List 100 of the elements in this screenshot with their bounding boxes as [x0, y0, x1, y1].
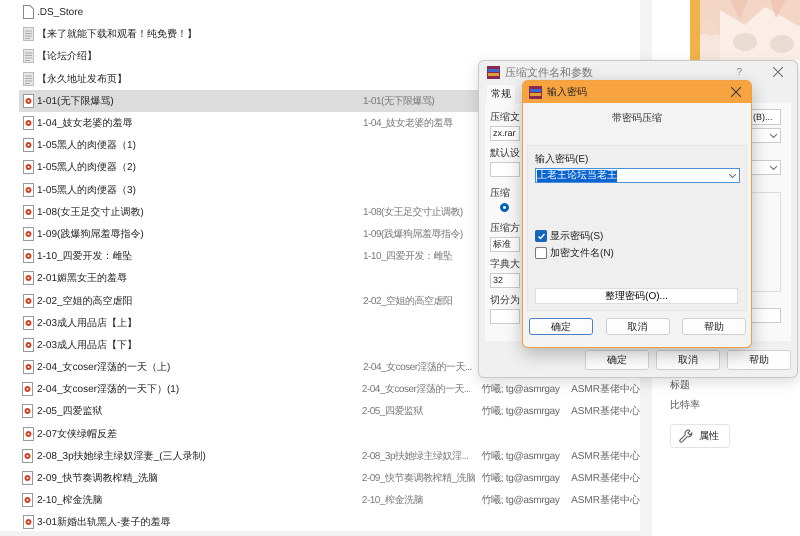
audio-file-icon: [22, 94, 34, 108]
file-name: 2-04_女coser淫荡的一天下）(1): [36, 382, 180, 396]
file-row[interactable]: 【来了就能下载和观看！纯免费！】: [19, 23, 640, 46]
file-row[interactable]: 2-10_榨金洗脑 2-10_榨金洗脑 竹曦; tg@asmrgay ASMR基佬中心: [19, 489, 640, 512]
input-field[interactable]: [751, 308, 781, 323]
file-icon: [22, 5, 34, 20]
field-label: 默认设: [490, 147, 520, 161]
archive-icon: [487, 66, 500, 78]
audio-file-icon: [22, 249, 34, 264]
file-name: 1-05黑人的肉便器（3): [37, 184, 137, 197]
file-row[interactable]: 2-08_3p扶她绿主绿奴淫妻_(三人录制) 2-08_3p扶她绿主绿奴淫... 竹曦; tg@asmrgay ASMR基佬中心: [19, 444, 640, 467]
property-label: 标题: [670, 378, 690, 392]
table-cell: 竹曦; tg@asmrgay: [481, 384, 560, 396]
close-icon[interactable]: [773, 67, 783, 77]
file-row[interactable]: 2-05_四爱监狱 2-05_四爱监狱 竹曦; tg@asmrgay ASMR基佬中心: [19, 400, 640, 423]
checkbox[interactable]: [535, 247, 547, 259]
file-row[interactable]: 【论坛介绍】: [19, 45, 640, 68]
document-icon: [22, 72, 34, 86]
file-name: 1-01(无下限爆骂): [37, 94, 115, 108]
file-row[interactable]: 2-09_快节奏调教榨精_洗脑 2-09_快节奏调教榨精_洗脑 竹曦; tg@asmrgay ASMR基佬中心: [19, 466, 640, 490]
field-label: 压缩方: [490, 222, 520, 236]
audio-file-icon: [22, 182, 34, 197]
dialog-button[interactable]: 确定: [585, 350, 649, 370]
audio-file-icon: [22, 426, 34, 441]
file-name: 1-09(践爆狗屌羞辱指令): [37, 228, 145, 241]
chevron-icon: [770, 166, 777, 170]
input-field[interactable]: [490, 162, 520, 177]
file-name: 【来了就能下载和观看！纯免费！】: [37, 28, 198, 42]
chevron-icon: [770, 134, 777, 138]
file-name: 【论坛介绍】: [37, 50, 98, 64]
field-label: 输入密码(E): [535, 152, 588, 166]
file-row[interactable]: 3-01新婚出轨黑人-妻子的羞辱: [19, 511, 640, 534]
radio-button[interactable]: [500, 203, 509, 212]
file-name: 2-04_女coser淫荡的一天（上): [37, 360, 172, 374]
table-cell: 2-02_空姐的高空虐阳: [363, 296, 453, 307]
file-name: .DS_Store: [37, 6, 84, 18]
audio-file-icon: [22, 226, 34, 241]
table-cell: 2-10_榨金洗脑: [362, 495, 423, 506]
audio-file-icon: [22, 204, 34, 219]
input-field[interactable]: 32: [490, 273, 520, 288]
file-name: 2-03成人用品店【下】: [37, 338, 138, 352]
file-name: 2-03成人用品店【上】: [37, 316, 138, 330]
table-cell: ASMR基佬中心: [571, 495, 640, 506]
audio-file-icon: [22, 360, 34, 374]
table-cell: 2-05_四爱监狱: [362, 406, 423, 418]
file-name: 1-05黑人的肉便器（2): [37, 161, 137, 174]
table-cell: ASMR基佬中心: [571, 450, 640, 462]
file-name: 1-05黑人的肉便器（1): [37, 139, 137, 152]
property-label: 比特率: [670, 398, 700, 412]
audio-file-icon: [22, 404, 34, 418]
dialog-button[interactable]: 取消: [606, 318, 670, 335]
audio-file-icon: [22, 448, 34, 463]
file-name: 3-01新婚出轨黑人-妻子的羞辱: [37, 516, 172, 530]
field-label: 压缩文: [490, 111, 520, 125]
field-label: 字典大: [490, 258, 520, 272]
tab[interactable]: 常规: [487, 85, 515, 103]
table-cell: 1-08(女王足交寸止调教): [363, 206, 463, 218]
audio-file-icon: [22, 338, 34, 352]
dialog-button[interactable]: 确定: [529, 318, 593, 335]
table-cell: 1-09(践爆狗屌羞辱指令): [363, 228, 463, 240]
table-cell: 竹曦; tg@asmrgay: [481, 473, 560, 484]
dialog-button[interactable]: 帮助: [682, 318, 746, 335]
file-name: 2-10_榨金洗脑: [36, 494, 104, 508]
file-row[interactable]: 1-08(女王足交寸止调教) 1-08(女王足交寸止调教): [19, 200, 640, 223]
password-field[interactable]: 上老王论坛当老王: [535, 168, 740, 183]
table-cell: 1-10_四爱开发：雌坠: [363, 251, 453, 262]
file-name: 2-07女侠绿帽反差: [37, 428, 118, 441]
dialog-button[interactable]: 帮助: [727, 350, 791, 370]
close-icon[interactable]: [731, 87, 741, 97]
group-label: 压缩: [490, 187, 510, 201]
checkbox-label: 加密文件名(N): [550, 246, 614, 260]
properties-button[interactable]: 属性: [670, 424, 730, 448]
input-field[interactable]: 标准: [490, 237, 520, 252]
table-cell: ASMR基佬中心: [571, 406, 640, 418]
organize-passwords-button[interactable]: 整理密码(O)...: [535, 288, 738, 304]
file-name: 2-09_快节奏调教榨精_洗脑: [36, 472, 160, 486]
file-row[interactable]: 2-07女侠绿帽反差: [19, 422, 640, 445]
input-field[interactable]: [490, 309, 520, 324]
dropdown[interactable]: [751, 128, 781, 143]
audio-file-icon: [22, 382, 34, 396]
checkbox[interactable]: [535, 230, 547, 242]
audio-file-icon: [22, 316, 34, 330]
table-cell: 1-04_妓女老婆的羞辱: [363, 118, 453, 130]
file-name: 2-08_3p扶她绿主绿奴淫妻_(三人录制): [36, 450, 207, 463]
table-cell: 竹曦; tg@asmrgay: [481, 406, 560, 418]
dropdown[interactable]: [751, 160, 781, 175]
file-row[interactable]: .DS_Store: [19, 1, 640, 24]
file-name: 【永久地址发布页】: [37, 72, 128, 86]
table-cell: 1-01(无下限爆骂): [363, 96, 434, 107]
browse-button[interactable]: (B)...: [751, 109, 781, 125]
input-field[interactable]: zx.rar: [490, 126, 520, 141]
file-name: 1-10_四爱开发：雌坠: [37, 250, 134, 264]
table-cell: 2-08_3p扶她绿主绿奴淫...: [362, 450, 468, 462]
dialog-button[interactable]: 取消: [656, 350, 720, 370]
table-cell: 2-09_快节奏调教榨精_洗脑: [362, 473, 476, 484]
file-row[interactable]: 2-04_女coser淫荡的一天下）(1) 2-04_女coser淫荡的一天... 竹曦; tg@asmrgay ASMR基佬中心: [19, 378, 640, 400]
table-cell: 竹曦; tg@asmrgay: [481, 450, 560, 462]
audio-file-icon: [22, 471, 34, 486]
table-cell: 竹曦; tg@asmrgay: [481, 495, 560, 506]
document-icon: [22, 49, 34, 64]
